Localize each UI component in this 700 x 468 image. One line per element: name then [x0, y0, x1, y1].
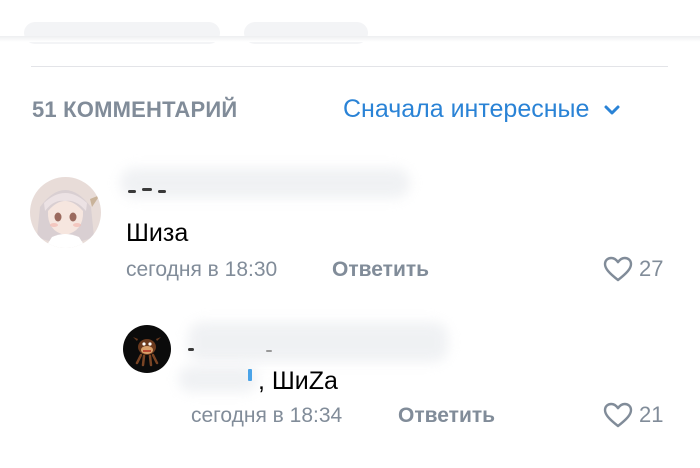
- previous-post-footer: [0, 0, 700, 44]
- avatar[interactable]: [30, 177, 101, 248]
- divider: [31, 66, 668, 67]
- like-count: 21: [639, 402, 664, 427]
- hidden-mention: [178, 366, 258, 392]
- mention-fragment: [248, 369, 252, 381]
- hidden-author-name: [188, 322, 448, 362]
- section-shadow: [0, 36, 700, 42]
- reply-button[interactable]: Ответить: [332, 258, 429, 282]
- comment-text: , ШиZa: [258, 367, 338, 395]
- like-count: 27: [639, 256, 664, 281]
- chevron-down-icon[interactable]: [603, 104, 621, 116]
- name-fragment: [188, 348, 194, 351]
- hidden-author-name: [120, 168, 410, 198]
- name-fragment: [266, 350, 272, 352]
- name-fragment: [142, 188, 152, 191]
- sort-dropdown[interactable]: Сначала интересные: [343, 95, 621, 124]
- comment-time: сегодня в 18:34: [191, 404, 343, 427]
- name-fragment: [158, 190, 166, 193]
- tasmanian-devil-avatar-icon: [123, 325, 171, 373]
- anime-girl-avatar-icon: [30, 177, 101, 248]
- heart-outline-icon[interactable]: [603, 255, 633, 283]
- like-button[interactable]: 27: [603, 255, 663, 283]
- comment-text: Шиза: [126, 219, 189, 247]
- avatar[interactable]: [123, 325, 171, 373]
- name-fragment: [128, 190, 136, 193]
- heart-outline-icon[interactable]: [603, 401, 633, 429]
- reply-button[interactable]: Ответить: [398, 404, 495, 428]
- sort-label[interactable]: Сначала интересные: [343, 95, 589, 124]
- comments-count: 51 КОММЕНТАРИЙ: [32, 97, 238, 122]
- comment-time: сегодня в 18:30: [126, 258, 278, 281]
- like-button[interactable]: 21: [603, 401, 663, 429]
